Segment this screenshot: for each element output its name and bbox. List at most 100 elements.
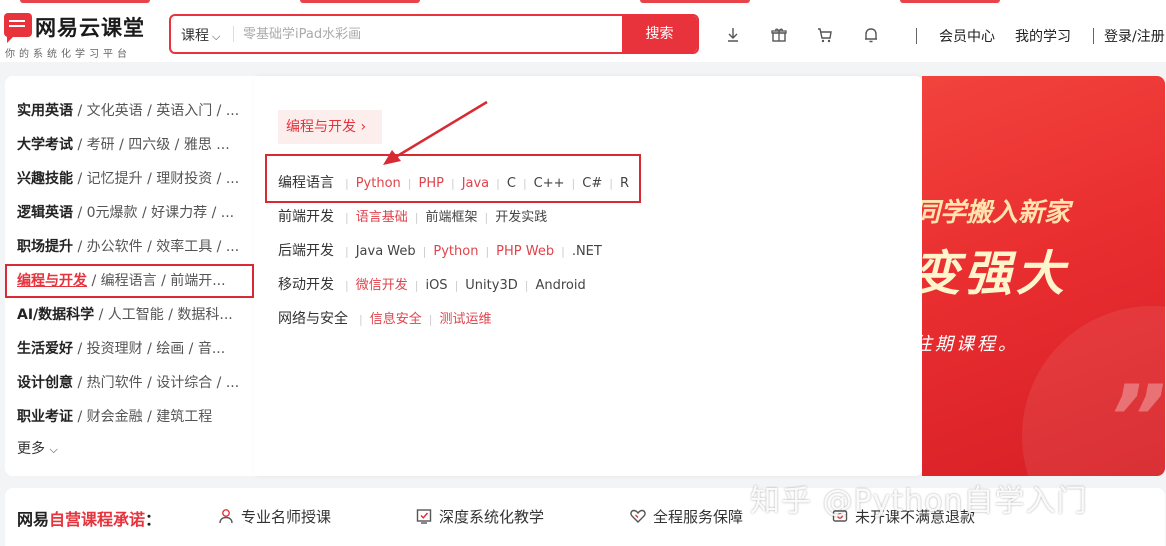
category-subs: / 财会金融 / 建筑工程 xyxy=(77,409,213,425)
subcategory-link[interactable]: Java xyxy=(462,176,489,191)
separator: | xyxy=(422,245,427,258)
search-category-label: 课程 xyxy=(181,28,209,44)
more-label: 更多 xyxy=(17,441,45,457)
chevron-down-icon: ⌵ xyxy=(49,443,58,456)
category-panel: 实用英语 / 文化英语 / 英语入门 / ... 大学考试 / 考研 / 四六级… xyxy=(5,76,1165,476)
category-item[interactable]: 设计创意 / 热门软件 / 设计综合 / ... xyxy=(5,366,254,400)
promise-item: 全程服务保障 xyxy=(629,506,743,527)
subcategory-link[interactable]: 语言基础 xyxy=(356,210,408,225)
subcategory-row-title[interactable]: 移动开发 xyxy=(278,277,334,293)
category-name: 编程与开发 xyxy=(17,273,87,289)
separator: | xyxy=(609,177,613,190)
checklist-icon xyxy=(416,509,432,524)
subcategory-link[interactable]: Python xyxy=(433,244,478,259)
category-item[interactable]: 逻辑英语 / 0元爆款 / 好课力荐 / ... xyxy=(5,196,254,230)
quote-mark-icon: ” xyxy=(1108,366,1165,471)
promise-item: 专业名师授课 xyxy=(217,506,331,527)
gift-icon[interactable] xyxy=(770,26,788,44)
category-subs: / 编程语言 / 前端开... xyxy=(91,273,226,289)
subcategory-link[interactable]: PHP xyxy=(419,176,444,191)
separator: | xyxy=(345,211,349,224)
subcategory-link[interactable]: 信息安全 xyxy=(370,312,422,327)
subcategory-row-title[interactable]: 前端开发 xyxy=(278,209,334,225)
separator: | xyxy=(414,279,419,292)
subcategory-row-title[interactable]: 后端开发 xyxy=(278,243,334,259)
separator: | xyxy=(345,177,349,190)
subcategory-link[interactable]: PHP Web xyxy=(496,244,554,259)
category-name: 逻辑英语 xyxy=(17,205,73,221)
banner-line-1: 同学搬入新家 xyxy=(922,198,1071,228)
subcategory-link[interactable]: Unity3D xyxy=(465,278,517,293)
search-button[interactable]: 搜索 xyxy=(622,16,697,52)
subcategory-link[interactable]: Python xyxy=(356,176,401,191)
subcategory-row-title[interactable]: 编程语言 xyxy=(278,175,334,191)
separator: | xyxy=(561,245,565,258)
header-separator xyxy=(1093,28,1094,44)
promise-title-colon: ： xyxy=(145,510,162,529)
subcategory-link[interactable]: .NET xyxy=(572,244,602,259)
subcategory-tag[interactable]: 编程与开发 › xyxy=(278,110,382,144)
subcategory-link[interactable]: 微信开发 xyxy=(356,278,408,293)
banner-line-2: 变强大 xyxy=(922,246,1069,302)
subcategory-link[interactable]: Java Web xyxy=(356,244,416,259)
search-input[interactable] xyxy=(243,22,613,46)
category-subs: / 投资理财 / 绘画 / 音... xyxy=(77,341,226,357)
separator: | xyxy=(359,313,363,326)
subcategory-link[interactable]: C xyxy=(507,176,516,191)
subcategory-link[interactable]: 前端框架 xyxy=(425,210,477,225)
my-learning-link[interactable]: 我的学习 xyxy=(1015,26,1071,46)
separator: | xyxy=(522,177,527,190)
category-item[interactable]: 职业考证 / 财会金融 / 建筑工程 xyxy=(5,400,254,434)
category-item[interactable]: 生活爱好 / 投资理财 / 绘画 / 音... xyxy=(5,332,254,366)
separator: | xyxy=(524,279,529,292)
category-item[interactable]: 职场提升 / 办公软件 / 效率工具 / ... xyxy=(5,230,254,264)
watermark: 知乎 @Python自学入门 xyxy=(750,484,1088,519)
search-category-dropdown[interactable]: 课程 ⌵ xyxy=(181,25,220,45)
category-subs: / 考研 / 四六级 / 雅思 ... xyxy=(77,137,230,153)
category-subs: / 热门软件 / 设计综合 / ... xyxy=(77,375,240,391)
separator: | xyxy=(484,211,489,224)
subcategory-link[interactable]: C# xyxy=(582,176,602,191)
subcategory-link[interactable]: 测试运维 xyxy=(439,312,491,327)
promise-item-label: 全程服务保障 xyxy=(653,508,744,526)
subcategory-row-title[interactable]: 网络与安全 xyxy=(278,311,348,327)
separator: | xyxy=(485,245,490,258)
promo-banner[interactable]: 同学搬入新家 变强大 往期课程。 ” xyxy=(922,76,1165,476)
subcategory-row: 编程语言 | Python | PHP | Java | C | C++ | C# | R xyxy=(278,172,629,192)
separator: | xyxy=(407,177,412,190)
site-header: 网易云课堂 你的系统化学习平台 课程⌵ 搜索 会员中心 我的学习 登录/注册 xyxy=(0,4,1166,62)
separator: | xyxy=(450,177,455,190)
cart-icon[interactable] xyxy=(816,26,834,44)
subcategory-panel: 编程与开发 › 编程语言 | Python | PHP | Java | C | C++ | C# | R 前… xyxy=(254,76,922,476)
bell-icon[interactable] xyxy=(862,26,880,44)
member-center-link[interactable]: 会员中心 xyxy=(939,26,995,46)
category-item[interactable]: 大学考试 / 考研 / 四六级 / 雅思 ... xyxy=(5,128,254,162)
category-subs: / 记忆提升 / 理财投资 / ... xyxy=(77,171,240,187)
separator: | xyxy=(414,211,419,224)
promise-item-label: 专业名师授课 xyxy=(241,508,332,526)
teacher-icon xyxy=(219,509,233,524)
logo-title: 网易云课堂 xyxy=(35,16,145,40)
category-item[interactable]: 兴趣技能 / 记忆提升 / 理财投资 / ... xyxy=(5,162,254,196)
category-item[interactable]: AI/数据科学 / 人工智能 / 数据科... xyxy=(5,298,254,332)
subcategory-link[interactable]: 开发实践 xyxy=(495,210,547,225)
category-item-active[interactable]: 编程与开发 / 编程语言 / 前端开... xyxy=(5,264,254,298)
subcategory-link[interactable]: R xyxy=(620,176,629,191)
download-icon[interactable] xyxy=(724,26,742,44)
subcategory-row: 后端开发 | Java Web | Python | PHP Web | .NET xyxy=(278,240,602,260)
subcategory-link[interactable]: iOS xyxy=(425,278,447,293)
logo[interactable]: 网易云课堂 你的系统化学习平台 xyxy=(4,12,154,60)
login-register-link[interactable]: 登录/注册 xyxy=(1104,26,1165,46)
separator: | xyxy=(428,313,433,326)
category-name: 职场提升 xyxy=(17,239,73,255)
subcategory-row: 移动开发 | 微信开发 | iOS | Unity3D | Android xyxy=(278,274,586,294)
separator: | xyxy=(345,245,349,258)
promise-title: 网易自营课程承诺： xyxy=(17,506,161,530)
separator: | xyxy=(345,279,349,292)
header-separator xyxy=(916,28,917,44)
more-categories-button[interactable]: 更多 ⌵ xyxy=(17,438,58,458)
subcategory-link[interactable]: Android xyxy=(535,278,585,293)
category-name: 兴趣技能 xyxy=(17,171,73,187)
subcategory-link[interactable]: C++ xyxy=(534,176,565,191)
category-item[interactable]: 实用英语 / 文化英语 / 英语入门 / ... xyxy=(5,94,254,128)
